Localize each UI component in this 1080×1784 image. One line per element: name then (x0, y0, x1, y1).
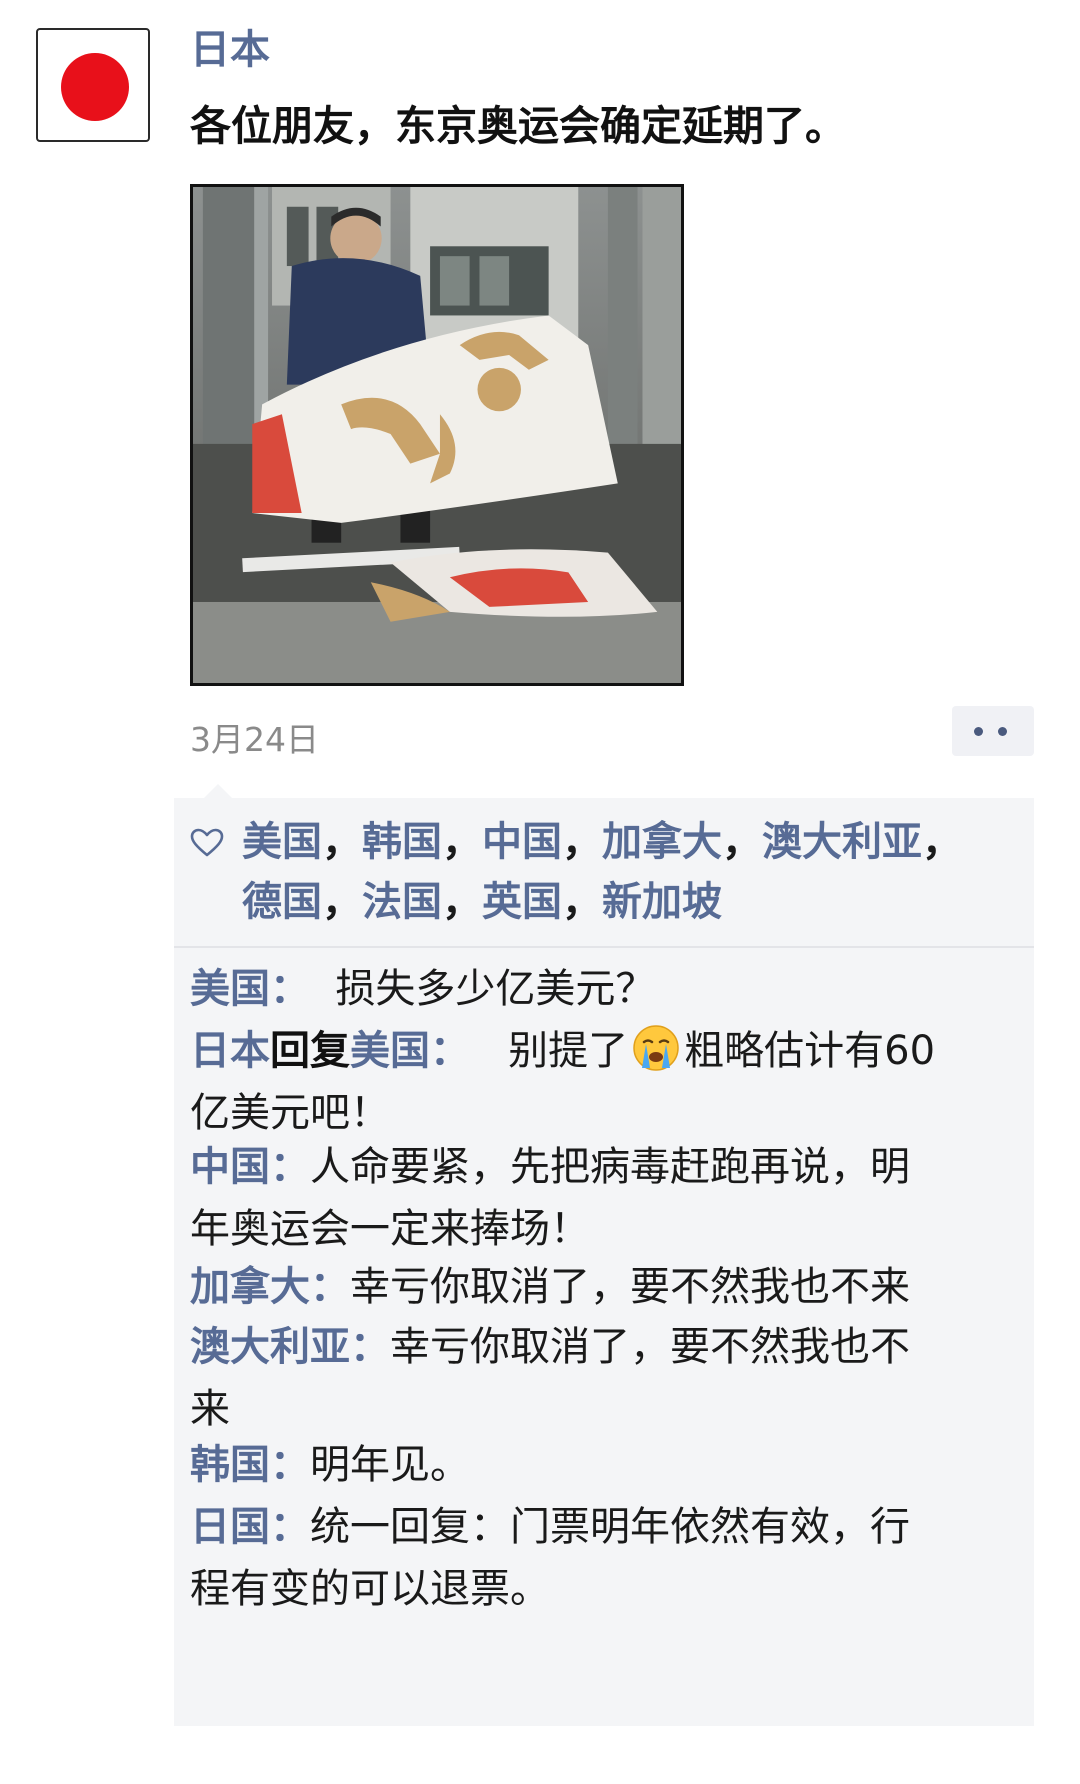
comment-text: 程有变的可以退票。 (190, 1566, 550, 1612)
post-date: 3月24日 (190, 720, 319, 759)
post-text: 各位朋友，东京奥运会确定延期了。 (190, 102, 846, 150)
like-name[interactable]: 加拿大 (602, 819, 722, 865)
comment-item[interactable]: 中国：人命要紧，先把病毒赶跑再说，明 年奥运会一定来捧场！ (190, 1136, 1016, 1260)
like-name[interactable]: 韩国 (362, 819, 442, 865)
comment-item[interactable]: 韩国：明年见。 (190, 1434, 1016, 1496)
comment-item[interactable]: 日本回复美国： 别提了 粗略估计有60 亿美元吧！ (190, 1020, 1016, 1144)
comment-text: 统一回复：门票明年依然有效，行 (310, 1504, 910, 1550)
comment-text: 年奥运会一定来捧场！ (190, 1206, 590, 1252)
comment-text: 幸亏你取消了，要不然我也不来 (350, 1264, 910, 1310)
comment-text: 幸亏你取消了，要不然我也不 (390, 1324, 910, 1370)
post-image[interactable] (190, 184, 684, 686)
comment-author[interactable]: 韩国 (190, 1442, 270, 1488)
like-name[interactable]: 美国 (242, 819, 322, 865)
reply-label: 回复 (270, 1028, 350, 1074)
like-name[interactable]: 澳大利亚 (762, 819, 922, 865)
comment-text: 人命要紧，先把病毒赶跑再说，明 (310, 1144, 910, 1190)
comment-author[interactable]: 加拿大 (190, 1264, 310, 1310)
more-options-button[interactable] (952, 706, 1034, 756)
dot-icon (974, 727, 983, 736)
comment-item[interactable]: 加拿大：幸亏你取消了，要不然我也不来 (190, 1256, 1016, 1318)
reply-target[interactable]: 美国 (350, 1028, 430, 1074)
comment-item[interactable]: 日国：统一回复：门票明年依然有效，行 程有变的可以退票。 (190, 1496, 1016, 1620)
comment-item[interactable]: 澳大利亚：幸亏你取消了，要不然我也不 来 (190, 1316, 1016, 1440)
like-name[interactable]: 新加坡 (602, 879, 722, 925)
post-author-name[interactable]: 日本 (190, 24, 270, 76)
likes-line: 德国，法国，英国，新加坡 (242, 879, 722, 925)
comment-text: 来 (190, 1386, 230, 1432)
comment-author[interactable]: 澳大利亚 (190, 1324, 350, 1370)
divider (174, 946, 1034, 948)
comment-text: 粗略估计有60 (684, 1028, 936, 1074)
heart-icon (190, 828, 224, 857)
comment-item[interactable]: 美国： 损失多少亿美元？ (190, 958, 1016, 1020)
comment-author[interactable]: 日国 (190, 1504, 270, 1550)
comment-author[interactable]: 中国 (190, 1144, 270, 1190)
comment-area: 美国，韩国，中国，加拿大，澳大利亚， 德国，法国，英国，新加坡 美国： 损失多少… (174, 784, 1034, 1726)
comment-text: 明年见。 (310, 1442, 470, 1488)
comment-text: 损失多少亿美元？ (335, 966, 656, 1012)
like-name[interactable]: 中国 (482, 819, 562, 865)
comment-text: 亿美元吧！ (190, 1090, 390, 1136)
dot-icon (998, 727, 1007, 736)
japan-flag-icon (61, 53, 129, 121)
like-name[interactable]: 英国 (482, 879, 562, 925)
likes-line: 美国，韩国，中国，加拿大，澳大利亚， (242, 819, 962, 865)
avatar[interactable] (36, 28, 150, 142)
comment-author[interactable]: 美国 (190, 966, 270, 1012)
photo-torn-olympic-banner-icon (193, 187, 681, 683)
crying-face-icon (633, 1025, 679, 1071)
comment-author[interactable]: 日本 (190, 1028, 270, 1074)
like-name[interactable]: 德国 (242, 879, 322, 925)
like-name[interactable]: 法国 (362, 879, 442, 925)
comment-text: 别提了 (508, 1028, 629, 1074)
